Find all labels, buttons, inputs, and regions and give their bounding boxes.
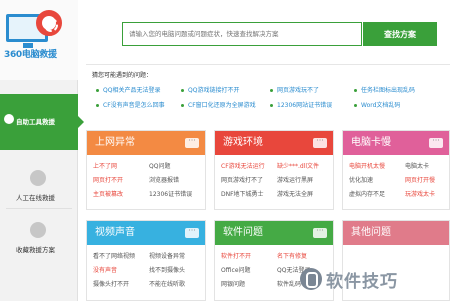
issue-link[interactable]: 游戏无法全屏 <box>277 189 313 198</box>
bullet-icon <box>181 89 184 92</box>
card-title: 上网异常 <box>95 137 135 148</box>
sidebar: 360电脑救援 自助工具救援 人工在线救援 收藏救援方案 <box>0 0 84 301</box>
star-icon <box>30 222 46 238</box>
tool-icon <box>4 114 14 124</box>
issue-link[interactable]: 软件乱码 <box>277 279 301 288</box>
bullet-icon <box>354 104 357 107</box>
bullet-icon <box>96 89 99 92</box>
divider <box>86 64 450 65</box>
headset-icon <box>30 170 46 186</box>
search-box[interactable] <box>122 22 362 46</box>
sidebar-item-label: 收藏救援方案 <box>16 246 55 254</box>
card-body: 软件打不开 名下有修复 Office问题 QQ无法登录 网银问题 软件乱码 <box>215 245 333 288</box>
sidebar-item-favorites[interactable]: 收藏救援方案 <box>0 214 78 270</box>
issue-link[interactable]: 优化加速 <box>349 175 373 184</box>
card-header: 电脑卡慢 ··· <box>343 131 449 155</box>
more-icon[interactable]: ··· <box>185 227 199 238</box>
card-header: 上网异常 ··· <box>87 131 205 155</box>
card-header: 游戏环境 ··· <box>215 131 333 155</box>
issue-link[interactable]: 网页游戏打不了 <box>221 175 263 184</box>
hint-link[interactable]: 网页游戏玩不了 <box>270 85 319 94</box>
watermark: 软件技巧 <box>300 257 450 301</box>
sidebar-item-self-help[interactable]: 自助工具救援 <box>0 94 84 150</box>
logo: 360电脑救援 <box>0 0 78 80</box>
card-title: 视频声音 <box>95 227 135 238</box>
more-icon[interactable]: ··· <box>185 137 199 148</box>
hint-link[interactable]: CF没有声音是怎么回事 <box>96 100 165 109</box>
issue-link[interactable]: Office问题 <box>221 265 251 274</box>
category-card-av: 视频声音 ··· 看不了网络视频 视频设备异常 没有声音 找不到摄像头 摄像头打… <box>86 220 206 301</box>
issue-link[interactable]: 玩游戏太卡 <box>405 189 435 198</box>
card-title: 其他问题 <box>351 227 391 238</box>
hint-link[interactable]: Word文档乱码 <box>354 100 400 109</box>
issue-link[interactable]: CF游戏无法运行 <box>221 161 265 170</box>
issue-link[interactable]: 电脑开机太慢 <box>349 161 385 170</box>
hint-title: 猜您可能遇到的问题： <box>92 72 153 79</box>
bullet-icon <box>96 104 99 107</box>
card-title: 电脑卡慢 <box>351 137 391 148</box>
bullet-icon <box>270 104 273 107</box>
watermark-logo-icon <box>300 268 322 290</box>
issue-link[interactable]: 缺少***.dll文件 <box>277 161 319 170</box>
divider <box>6 208 72 209</box>
hint-link[interactable]: QQ相关产品无法登录 <box>96 85 160 94</box>
issue-link[interactable]: 看不了网络视频 <box>93 251 135 260</box>
more-icon[interactable]: ··· <box>313 227 327 238</box>
card-body: 电脑开机太慢 电脑太卡 优化加速 网页打开慢 虚拟内存不足 玩游戏太卡 <box>343 155 449 198</box>
category-card-pc: 电脑卡慢 ··· 电脑开机太慢 电脑太卡 优化加速 网页打开慢 虚拟内存不足 玩… <box>342 130 450 210</box>
card-title: 游戏环境 <box>223 137 263 148</box>
more-icon[interactable]: ··· <box>313 137 327 148</box>
bullet-icon <box>354 89 357 92</box>
issue-link[interactable]: 没有声音 <box>93 265 117 274</box>
issue-link[interactable]: 网页打不开 <box>93 175 123 184</box>
card-header: 其他问题 <box>343 221 449 245</box>
issue-link[interactable]: 不能在线听歌 <box>149 279 185 288</box>
issue-link[interactable]: 主页被篡改 <box>93 189 123 198</box>
category-card-internet: 上网异常 ··· 上不了网 QQ问题 网页打不开 浏览器报错 主页被篡改 123… <box>86 130 206 210</box>
logo-text: 360电脑救援 <box>4 50 57 60</box>
issue-link[interactable]: 网页打开慢 <box>405 175 435 184</box>
hint-link[interactable]: CF窗口化还原为全屏游戏 <box>181 100 256 109</box>
card-body: 看不了网络视频 视频设备异常 没有声音 找不到摄像头 摄像头打不开 不能在线听歌 <box>87 245 205 288</box>
more-icon[interactable]: ··· <box>429 137 443 148</box>
lifebuoy-icon <box>36 10 62 36</box>
issue-link[interactable]: 12306证书错误 <box>149 189 192 198</box>
hint-link[interactable]: QQ游戏链接打不开 <box>181 85 239 94</box>
card-body: 上不了网 QQ问题 网页打不开 浏览器报错 主页被篡改 12306证书错误 <box>87 155 205 198</box>
issue-link[interactable]: 网银问题 <box>221 279 245 288</box>
sidebar-item-label: 自助工具救援 <box>16 118 55 126</box>
card-header: 软件问题 ··· <box>215 221 333 245</box>
bullet-icon <box>270 89 273 92</box>
bullet-icon <box>181 104 184 107</box>
issue-link[interactable]: 上不了网 <box>93 161 117 170</box>
issue-link[interactable]: DNF地下城勇士 <box>221 189 264 198</box>
issue-link[interactable]: 摄像头打不开 <box>93 279 129 288</box>
issue-link[interactable]: 找不到摄像头 <box>149 265 185 274</box>
watermark-text: 软件技巧 <box>326 271 398 292</box>
search-input[interactable] <box>123 23 361 45</box>
issue-link[interactable]: 虚拟内存不足 <box>349 189 385 198</box>
card-header: 视频声音 ··· <box>87 221 205 245</box>
search-button[interactable]: 查找方案 <box>363 22 437 46</box>
sidebar-item-label: 人工在线救援 <box>16 194 55 202</box>
hint-link[interactable]: 12306网站证书错误 <box>270 100 332 109</box>
issue-link[interactable]: 游戏运行黑屏 <box>277 175 313 184</box>
category-card-game: 游戏环境 ··· CF游戏无法运行 缺少***.dll文件 网页游戏打不了 游戏… <box>214 130 334 210</box>
issue-link[interactable]: 电脑太卡 <box>405 161 429 170</box>
card-title: 软件问题 <box>223 227 263 238</box>
issue-link[interactable]: 视频设备异常 <box>149 251 185 260</box>
card-body: CF游戏无法运行 缺少***.dll文件 网页游戏打不了 游戏运行黑屏 DNF地… <box>215 155 333 198</box>
hint-link[interactable]: 任务栏图标出现乱码 <box>354 85 415 94</box>
issue-link[interactable]: 软件打不开 <box>221 251 251 260</box>
issue-link[interactable]: 浏览器报错 <box>149 175 179 184</box>
issue-link[interactable]: QQ问题 <box>149 161 170 170</box>
